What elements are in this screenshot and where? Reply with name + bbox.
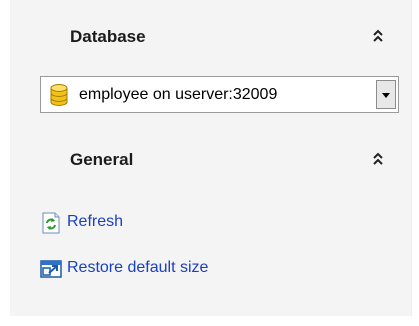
- refresh-label[interactable]: Refresh: [67, 213, 123, 231]
- chevron-down-icon: [382, 93, 390, 98]
- double-chevron-up-icon[interactable]: [372, 152, 384, 166]
- general-section-header[interactable]: General: [10, 141, 411, 177]
- database-select[interactable]: employee on userver:32009: [40, 76, 399, 113]
- database-section-title: Database: [70, 27, 146, 46]
- database-cylinder-icon: [50, 84, 68, 106]
- double-chevron-up-icon[interactable]: [372, 29, 384, 43]
- restore-default-size-label[interactable]: Restore default size: [67, 259, 208, 277]
- restore-window-icon: [40, 260, 62, 278]
- dropdown-button[interactable]: [376, 80, 396, 109]
- refresh-icon: [42, 212, 60, 234]
- navigation-panel: Database employee on userver:32009 Gener…: [10, 0, 412, 316]
- general-section-title: General: [70, 150, 134, 169]
- database-section-header[interactable]: Database: [10, 18, 411, 54]
- database-select-value: employee on userver:32009: [79, 86, 278, 103]
